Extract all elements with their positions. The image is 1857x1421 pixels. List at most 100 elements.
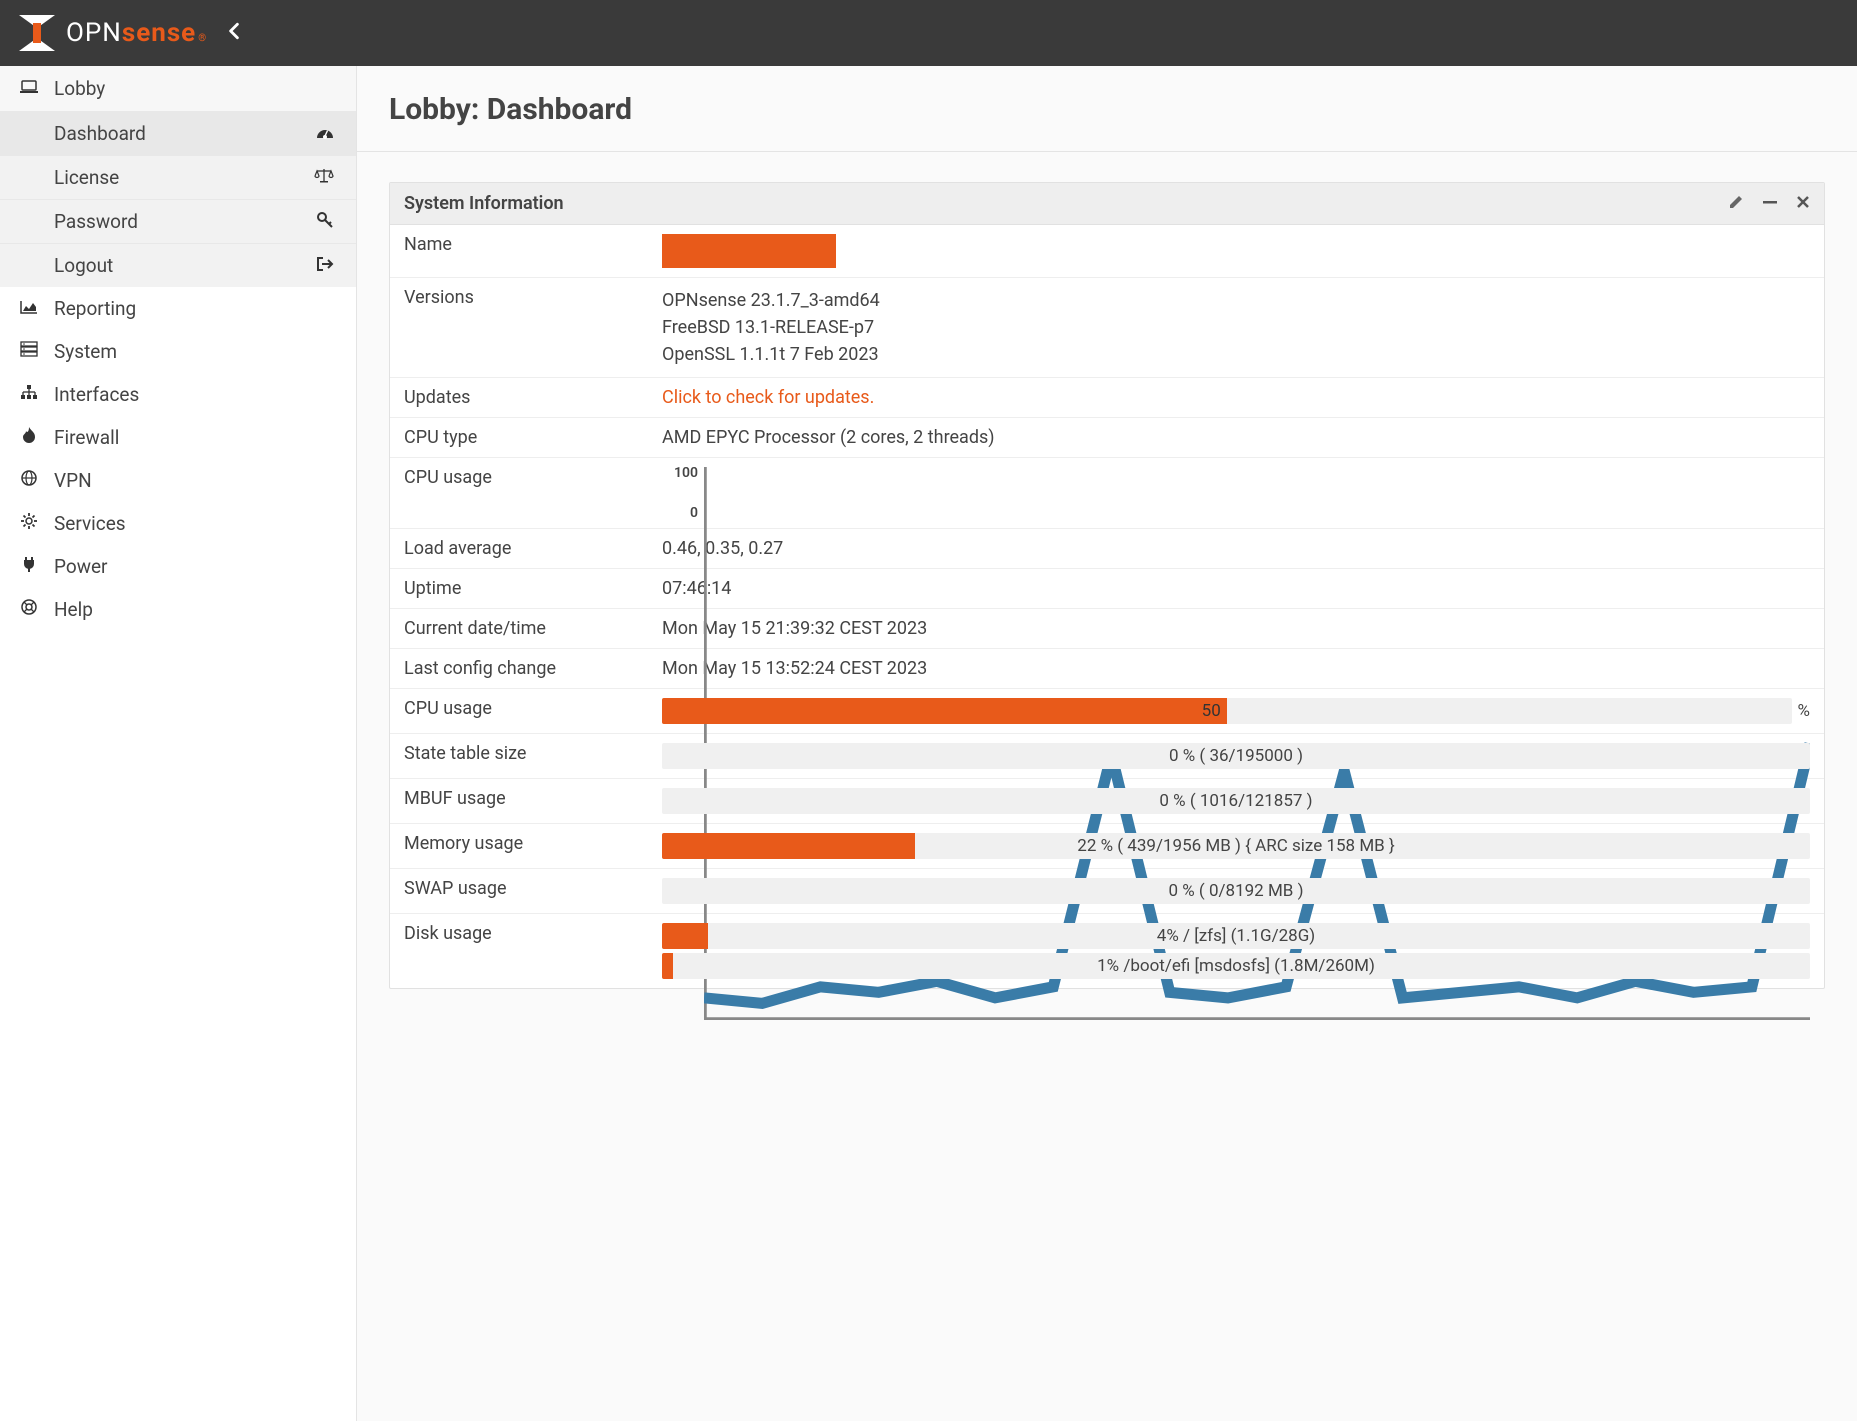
nav-label: Power (54, 555, 108, 578)
nav-label: Interfaces (54, 383, 139, 406)
subnav-label: Password (54, 210, 138, 233)
sidebar: Lobby Dashboard License Password Logout (0, 66, 357, 1421)
nav-lobby-label: Lobby (54, 77, 105, 100)
disk1-text: 4% / [zfs] (1.1G/28G) (662, 923, 1810, 949)
label-cpu-type: CPU type (404, 427, 662, 448)
label-mbuf: MBUF usage (404, 788, 662, 809)
label-uptime: Uptime (404, 578, 662, 599)
nav-services[interactable]: Services (0, 502, 356, 545)
mbuf-bar: 0 % ( 1016/121857 ) (662, 788, 1810, 814)
row-cpu-type: CPU type AMD EPYC Processor (2 cores, 2 … (390, 418, 1824, 458)
topbar: OPNsense® (0, 0, 1857, 66)
label-lastcfg: Last config change (404, 658, 662, 679)
row-updates: Updates Click to check for updates. (390, 378, 1824, 418)
brand-reg: ® (198, 33, 207, 44)
nav-help[interactable]: Help (0, 588, 356, 631)
subnav-license[interactable]: License (0, 155, 356, 199)
label-memory: Memory usage (404, 833, 662, 854)
close-icon[interactable] (1796, 194, 1810, 214)
nav-power[interactable]: Power (0, 545, 356, 588)
page-header: Lobby: Dashboard (357, 66, 1857, 152)
subnav-logout[interactable]: Logout (0, 243, 356, 287)
widget-header: System Information (390, 183, 1824, 225)
key-icon (316, 211, 334, 233)
nav-vpn[interactable]: VPN (0, 459, 356, 502)
nav-group-lobby: Lobby Dashboard License Password Logout (0, 66, 356, 287)
nav-reporting[interactable]: Reporting (0, 287, 356, 330)
state-text: 0 % ( 36/195000 ) (662, 743, 1810, 769)
disk-bar-2: 1% /boot/efi [msdosfs] (1.8M/260M) (662, 953, 1810, 979)
version-line-2: FreeBSD 13.1-RELEASE-p7 (662, 314, 1810, 341)
nav-label: Firewall (54, 426, 119, 449)
label-swap: SWAP usage (404, 878, 662, 899)
chart-area-icon (18, 299, 40, 319)
cpu-type-value: AMD EPYC Processor (2 cores, 2 threads) (662, 427, 1810, 448)
nav-label: VPN (54, 469, 92, 492)
nav-system[interactable]: System (0, 330, 356, 373)
memory-bar: 22 % ( 439/1956 MB ) { ARC size 158 MB } (662, 833, 1810, 859)
subnav-password[interactable]: Password (0, 199, 356, 243)
version-line-3: OpenSSL 1.1.1t 7 Feb 2023 (662, 341, 1810, 368)
sitemap-icon (18, 384, 40, 405)
nav-label: Help (54, 598, 93, 621)
label-load: Load average (404, 538, 662, 559)
label-state: State table size (404, 743, 662, 764)
version-line-1: OPNsense 23.1.7_3-amd64 (662, 287, 1810, 314)
disk2-text: 1% /boot/efi [msdosfs] (1.8M/260M) (662, 953, 1810, 979)
label-datetime: Current date/time (404, 618, 662, 639)
label-updates: Updates (404, 387, 662, 408)
state-bar: 0 % ( 36/195000 ) (662, 743, 1810, 769)
label-cpu-usage2: CPU usage (404, 698, 662, 719)
nav-firewall[interactable]: Firewall (0, 416, 356, 459)
nav-label: Reporting (54, 297, 136, 320)
memory-text: 22 % ( 439/1956 MB ) { ARC size 158 MB } (662, 833, 1810, 859)
label-cpu-usage: CPU usage (404, 467, 662, 488)
nav-lobby-subnav: Dashboard License Password Logout (0, 111, 356, 287)
subnav-label: Logout (54, 254, 113, 277)
label-versions: Versions (404, 287, 662, 308)
plug-icon (18, 555, 40, 578)
brand-logo[interactable]: OPNsense® (16, 12, 207, 54)
gear-icon (18, 512, 40, 535)
row-cpu-usage-chart: CPU usage 100 0 (390, 458, 1824, 529)
brand-text-sense: sense (122, 18, 196, 48)
logo-mark-icon (16, 12, 58, 54)
ytick-bottom: 0 (690, 505, 698, 521)
cpu-sparkline: 100 0 (662, 467, 1810, 519)
fire-icon (18, 426, 40, 449)
row-name: Name (390, 225, 1824, 278)
nav-interfaces[interactable]: Interfaces (0, 373, 356, 416)
swap-bar: 0 % ( 0/8192 MB ) (662, 878, 1810, 904)
nav-label: System (54, 340, 117, 363)
label-name: Name (404, 234, 662, 255)
swap-text: 0 % ( 0/8192 MB ) (662, 878, 1810, 904)
updates-link[interactable]: Click to check for updates. (662, 387, 1810, 408)
laptop-icon (18, 79, 40, 99)
cpu-usage-pct: 50 (1202, 701, 1221, 721)
ytick-top: 100 (674, 465, 698, 481)
mbuf-text: 0 % ( 1016/121857 ) (662, 788, 1810, 814)
cpu-usage-bar: 50 (662, 698, 1792, 724)
nav-lobby-header[interactable]: Lobby (0, 66, 356, 111)
minimize-icon[interactable] (1762, 194, 1778, 214)
signout-icon (316, 256, 334, 276)
name-redacted (662, 234, 836, 268)
widget-system-information: System Information Name Versions OPNsens… (389, 182, 1825, 989)
scale-icon (314, 168, 334, 188)
gauge-icon (316, 124, 334, 143)
collapse-sidebar-icon[interactable] (227, 21, 241, 46)
server-icon (18, 341, 40, 362)
subnav-dashboard[interactable]: Dashboard (0, 111, 356, 155)
widget-title: System Information (404, 193, 564, 214)
lifering-icon (18, 598, 40, 621)
brand-text-opn: OPN (66, 18, 122, 48)
label-disk: Disk usage (404, 923, 662, 944)
globe-icon (18, 469, 40, 492)
subnav-label: License (54, 166, 119, 189)
page-title: Lobby: Dashboard (389, 92, 1825, 127)
row-versions: Versions OPNsense 23.1.7_3-amd64 FreeBSD… (390, 278, 1824, 378)
disk-bar-1: 4% / [zfs] (1.1G/28G) (662, 923, 1810, 949)
edit-icon[interactable] (1728, 194, 1744, 214)
nav-label: Services (54, 512, 126, 535)
subnav-label: Dashboard (54, 122, 146, 145)
